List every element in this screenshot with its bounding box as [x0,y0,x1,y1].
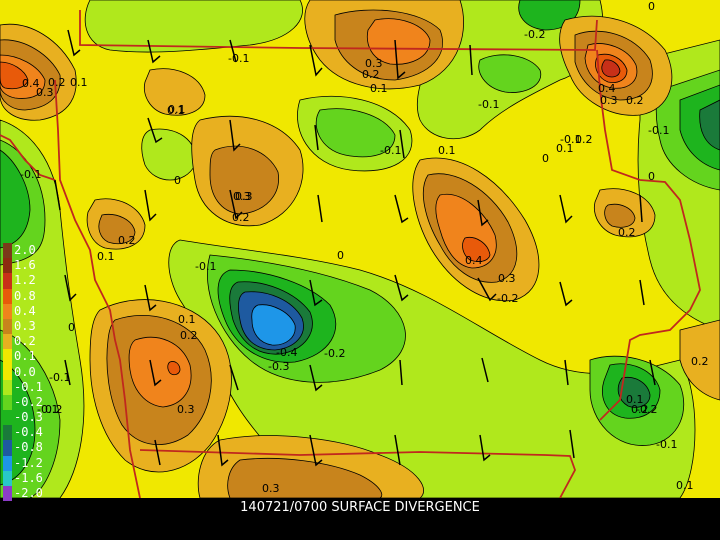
legend-entry: 0.4 [3,303,43,319]
contour-label: 0 [648,170,655,183]
legend-entry: -0.4 [3,425,43,441]
contour-label: 0.3 [498,272,516,285]
legend-swatch [3,258,12,274]
legend-entry: 0.2 [3,334,43,350]
legend-swatch [3,379,12,395]
contour-label: -0.2 [324,347,345,360]
contour-label: 0 [542,152,549,165]
contour-label: -0.1 [656,438,677,451]
contour-label: -0.3 [268,360,289,373]
legend-swatch [3,455,12,471]
legend-entry: -0.2 [3,394,43,411]
contour-label: 0 [648,0,655,13]
contour-label: 0.3 [600,94,618,107]
contour-label: 0.2 [575,133,593,146]
color-legend: 2.0 1.6 1.2 0.8 0.4 0.3 0.2 0.1 0.0 -0.1 -0.2 -0.3-… [3,243,43,502]
contour-label: -0.1 [228,52,249,65]
legend-label: -0.3 [14,410,43,425]
contour-label: 0 [68,321,75,334]
contour-label: 0 [174,174,181,187]
map-title: 140721/0700 SURFACE DIVERGENCE [240,500,480,515]
legend-label: 0.8 [14,288,36,303]
contour-label: -0.1 [648,124,669,137]
legend-label: 0.4 [14,303,36,318]
legend-entry: 0.8 [3,288,43,304]
contour-label: 0.2 [362,68,380,81]
legend-label: -0.8 [14,440,43,455]
legend-swatch [3,349,12,365]
contour-label: 0.2 [626,94,644,107]
legend-entry: -0.1 [3,379,43,395]
legend-swatch [3,394,12,411]
legend-swatch [3,470,12,486]
legend-swatch [3,273,12,289]
legend-entry: 1.6 [3,258,43,274]
contour-label: -0.2 [636,403,657,416]
legend-label: 0.0 [14,364,36,379]
contour-label: -0.1 [49,371,70,384]
legend-swatch [3,303,12,319]
contour-label: -0.1 [478,98,499,111]
legend-label: -0.4 [14,425,43,440]
legend-entry: -2.0 [3,486,43,502]
legend-entry: -1.2 [3,455,43,471]
contour-label: 0.3 [235,190,253,203]
legend-label: 1.6 [14,258,36,273]
contour-label: 0.2 [118,234,136,247]
legend-entry: 2.0 [3,243,43,259]
legend-label: -0.1 [14,379,43,394]
contour-label: 0.1 [167,104,185,117]
legend-entry: 0.3 [3,318,43,335]
legend-label: 0.1 [14,349,36,364]
contour-label: -0.1 [380,144,401,157]
legend-swatch [3,440,12,456]
contour-label: 0.2 [232,211,250,224]
legend-label: -0.2 [14,394,43,409]
divergence-map: 0.40.30.2 0.10.30.20.1-0.10.10.30.2-0.200… [0,0,720,498]
legend-entry: 1.2 [3,273,43,289]
legend-entry: -0.8 [3,440,43,456]
legend-swatch [3,410,12,426]
legend-label: -1.2 [14,455,43,470]
contour-label: 0.1 [438,144,456,157]
legend-label: 1.2 [14,273,36,288]
contour-label: 0.1 [370,82,388,95]
contour-label: 0.2 [180,329,198,342]
contour-label: -0.2 [524,28,545,41]
contour-label: 0.4 [465,254,483,267]
contour-label: 0.1 [178,313,196,326]
legend-swatch [3,318,12,335]
contour-label: -0.4 [276,346,297,359]
contour-label: 0 [337,249,344,262]
legend-label: -2.0 [14,486,43,500]
legend-entry: 0.1 [3,349,43,365]
contour-label: 0.2 [48,76,66,89]
contour-label: 0.2 [691,355,709,368]
legend-label: 0.2 [14,334,36,349]
contour-label: 0.3 [177,403,195,416]
legend-swatch [3,334,12,350]
legend-swatch [3,288,12,304]
map-viewer: 0.4 0.3 0.2 0.1 0.3 0.2 0.1 -0.1 0.1 0.3 0.2 -0.2 0 0… [0,0,720,540]
contour-label: 0.1 [676,479,694,492]
contour-label: 0.2 [618,226,636,239]
contour-label: -0.1 [195,260,216,273]
contour-label: 0.1 [70,76,88,89]
legend-label: 0.3 [14,318,36,333]
legend-entry: 0.0 [3,364,43,380]
contour-label: -0.1 [20,168,41,181]
contour-label: 0.3 [262,482,280,495]
legend-label: 2.0 [14,243,36,257]
legend-swatch [3,243,12,259]
legend-label: -1.6 [14,470,43,485]
legend-swatch [3,425,12,441]
legend-entry: -0.3 [3,410,43,426]
legend-swatch [3,486,12,502]
legend-entry: -1.6 [3,470,43,486]
contour-label: 0.1 [97,250,115,263]
legend-swatch [3,364,12,380]
contour-label: -0.2 [497,292,518,305]
